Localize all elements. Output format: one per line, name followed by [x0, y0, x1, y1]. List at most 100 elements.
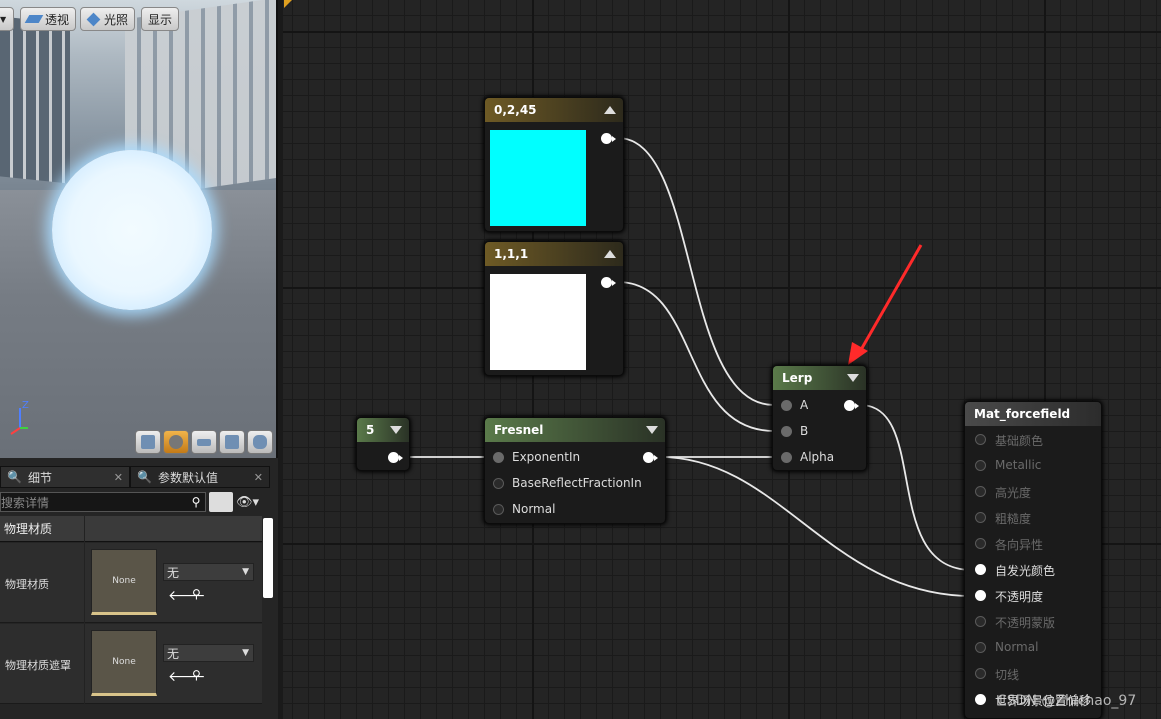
preview-shape-buttons — [135, 430, 273, 454]
property-row-physical-material: 物理材质 None 无 ▼ 🡐 ⚲ — [0, 543, 262, 623]
teapot-icon — [253, 435, 267, 449]
pin-label: Normal — [512, 502, 556, 516]
mesh-preview-button[interactable] — [247, 430, 273, 454]
result-input-pin[interactable] — [975, 538, 986, 549]
asset-picker-dropdown[interactable]: 无 ▼ — [163, 563, 254, 581]
node-constant3vector-cyan[interactable]: 0,2,45 — [484, 97, 624, 232]
tab-details[interactable]: 🔍 细节 ✕ — [0, 466, 130, 488]
pin-label: ExponentIn — [512, 450, 581, 464]
details-tabs: 🔍 细节 ✕ 🔍 参数默认值 ✕ — [0, 466, 278, 488]
collapse-arrow-icon[interactable] — [604, 250, 616, 258]
result-input-label: 不透明度 — [995, 590, 1044, 604]
result-input-pin[interactable] — [975, 460, 986, 471]
pin-label: BaseReflectFractionIn — [512, 476, 642, 490]
lit-button[interactable]: 光照 — [80, 7, 136, 31]
node-header[interactable]: Mat_forcefield — [965, 402, 1101, 426]
search-icon[interactable]: ⚲ — [187, 495, 205, 509]
result-input-label: Normal — [995, 640, 1039, 654]
show-button[interactable]: 显示 — [141, 7, 180, 31]
category-physical-material[interactable]: 物理材质 — [0, 516, 262, 542]
property-label: 物理材质遮罩 — [5, 659, 71, 672]
result-input-pin[interactable] — [975, 642, 986, 653]
browse-magnifier-icon[interactable]: ⚲ — [192, 668, 201, 682]
result-input-pin[interactable] — [975, 486, 986, 497]
watermark: CSDN @Zhichao_97 — [997, 693, 1137, 709]
left-panel: ▼ 透视 光照 显示 Z 🔍 细节 ✕ 🔍 参数默认值 ✕ 搜索详情 ⚲ 👁▾ 物理材质 … — [0, 0, 278, 719]
asset-picker-dropdown[interactable]: 无 ▼ — [163, 644, 254, 662]
node-header[interactable]: Fresnel — [485, 418, 665, 442]
node-scalar-constant[interactable]: 5 — [356, 417, 410, 471]
background-building-left — [0, 16, 70, 184]
node-header[interactable]: 5 — [357, 418, 409, 442]
axis-z-label: Z — [22, 400, 29, 411]
details-scrollbar[interactable] — [263, 518, 273, 598]
input-pin-normal[interactable] — [493, 504, 504, 515]
tab-parameter-defaults[interactable]: 🔍 参数默认值 ✕ — [130, 466, 270, 488]
result-input-pin[interactable] — [975, 564, 986, 575]
pin-label: Alpha — [800, 450, 835, 464]
result-input-pin[interactable] — [975, 668, 986, 679]
collapse-arrow-icon[interactable] — [646, 426, 658, 434]
input-pin-b[interactable] — [781, 426, 792, 437]
node-header[interactable]: Lerp — [773, 366, 866, 390]
result-input-pin[interactable] — [975, 434, 986, 445]
asset-thumbnail[interactable]: None — [91, 549, 157, 615]
node-material-result[interactable]: Mat_forcefield 基础颜色 Metallic 高光度 粗糙度 各向异性 自发光… — [964, 401, 1102, 719]
node-constant3vector-white[interactable]: 1,1,1 — [484, 241, 624, 376]
collapse-arrow-icon[interactable] — [847, 374, 859, 382]
input-pin-a[interactable] — [781, 400, 792, 411]
chevron-down-icon: ▼ — [242, 567, 249, 577]
cube-preview-button[interactable] — [219, 430, 245, 454]
lit-cube-icon — [86, 12, 101, 26]
sphere-preview-button[interactable] — [163, 430, 189, 454]
close-icon[interactable]: ✕ — [114, 471, 123, 484]
sphere-icon — [169, 435, 183, 449]
perspective-button[interactable]: 透视 — [20, 7, 77, 31]
view-options-grid-button[interactable] — [209, 492, 233, 512]
node-header[interactable]: 1,1,1 — [485, 242, 623, 266]
input-pin-base-reflect[interactable] — [493, 478, 504, 489]
output-pin[interactable] — [388, 452, 403, 463]
details-icon: 🔍 — [7, 470, 22, 484]
output-pin[interactable] — [601, 277, 616, 288]
pin-label: B — [800, 424, 809, 438]
result-input-pin[interactable] — [975, 616, 986, 627]
plane-icon — [197, 438, 211, 446]
input-pin-exponent[interactable] — [493, 452, 504, 463]
property-row-physical-material-mask: 物理材质遮罩 None 无 ▼ 🡐 ⚲ — [0, 624, 262, 704]
output-pin[interactable] — [844, 400, 859, 411]
result-input-label: 不透明蒙版 — [995, 616, 1056, 630]
output-pin[interactable] — [601, 133, 616, 144]
browse-magnifier-icon[interactable]: ⚲ — [192, 587, 201, 601]
node-lerp[interactable]: Lerp A B Alpha — [772, 365, 867, 471]
node-fresnel[interactable]: Fresnel ExponentIn BaseReflectFractionIn… — [484, 417, 666, 524]
collapse-arrow-icon[interactable] — [604, 106, 616, 114]
node-header[interactable]: 0,2,45 — [485, 98, 623, 122]
output-pin[interactable] — [643, 452, 658, 463]
chevron-down-icon: ▼ — [0, 14, 7, 24]
result-input-label: Metallic — [995, 458, 1042, 472]
result-input-label: 高光度 — [995, 486, 1032, 500]
details-search-input[interactable]: 搜索详情 ⚲ — [0, 492, 206, 512]
close-icon[interactable]: ✕ — [254, 471, 263, 484]
eye-icon[interactable]: 👁▾ — [236, 495, 259, 510]
result-input-label: 基础颜色 — [995, 434, 1044, 448]
cylinder-preview-button[interactable] — [135, 430, 161, 454]
cube-icon — [225, 435, 239, 449]
preview-viewport[interactable]: ▼ 透视 光照 显示 Z — [0, 0, 278, 458]
result-input-label: 自发光颜色 — [995, 564, 1056, 578]
chevron-down-icon: ▼ — [242, 648, 249, 658]
color-swatch[interactable] — [490, 274, 586, 370]
input-pin-alpha[interactable] — [781, 452, 792, 463]
asset-thumbnail[interactable]: None — [91, 630, 157, 696]
result-input-pin[interactable] — [975, 512, 986, 523]
preview-sphere — [52, 150, 212, 310]
viewport-menu-button[interactable]: ▼ — [0, 7, 14, 31]
property-label: 物理材质 — [5, 578, 49, 591]
result-input-pin[interactable] — [975, 590, 986, 601]
collapse-arrow-icon[interactable] — [390, 426, 402, 434]
axis-gizmo-icon: Z — [10, 400, 29, 435]
plane-preview-button[interactable] — [191, 430, 217, 454]
result-input-pin[interactable] — [975, 694, 986, 705]
color-swatch[interactable] — [490, 130, 586, 226]
